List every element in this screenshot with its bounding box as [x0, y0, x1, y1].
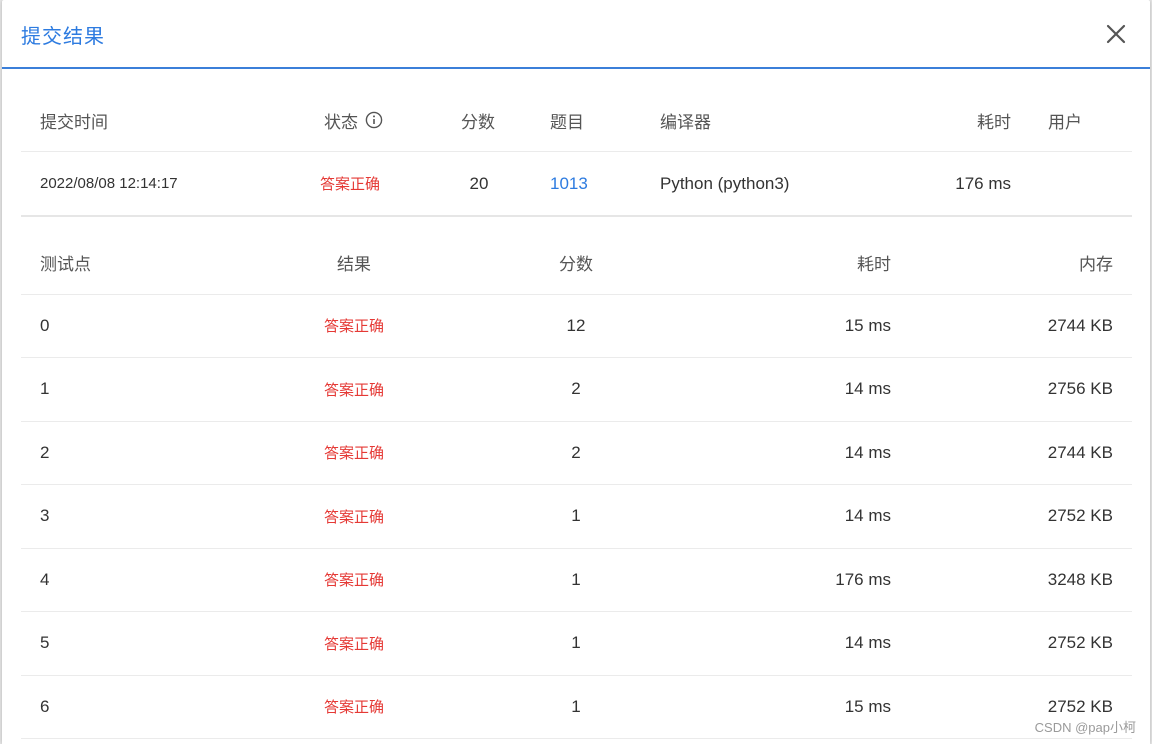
summary-row: 2022/08/08 12:14:17 答案正确 20 1013 Python … — [21, 152, 1132, 217]
header-duration: 耗时 — [977, 112, 1011, 132]
header-compiler: 编译器 — [660, 112, 711, 132]
case-id: 6 — [40, 696, 50, 716]
case-duration: 14 ms — [844, 379, 891, 399]
header-submit-time: 提交时间 — [40, 112, 108, 132]
case-result: 答案正确 — [323, 445, 384, 463]
case-memory: 2756 KB — [1047, 379, 1113, 399]
close-icon — [1106, 24, 1126, 44]
case-result: 答案正确 — [323, 508, 384, 526]
header-case-score: 分数 — [559, 254, 593, 274]
header-status: 状态 — [324, 89, 383, 151]
summary-header-row: 提交时间 状态 分数 题目 编译器 耗时 用户 — [21, 89, 1132, 152]
submit-time: 2022/08/08 12:14:17 — [40, 175, 178, 192]
table-row: 5 答案正确 1 14 ms 2752 KB — [21, 612, 1132, 676]
table-row: 3 答案正确 1 14 ms 2752 KB — [21, 485, 1132, 549]
case-memory: 3248 KB — [1047, 569, 1113, 589]
case-memory: 2744 KB — [1047, 442, 1113, 462]
info-icon[interactable] — [365, 111, 383, 129]
header-result: 结果 — [337, 254, 371, 274]
case-score: 1 — [571, 569, 581, 589]
header-case-duration: 耗时 — [857, 254, 891, 274]
problem-link[interactable]: 1013 — [550, 152, 588, 215]
case-score: 2 — [571, 442, 581, 462]
cases-header-row: 测试点 结果 分数 耗时 内存 — [21, 231, 1132, 295]
case-duration: 15 ms — [844, 315, 891, 335]
summary-table: 提交时间 状态 分数 题目 编译器 耗时 用户 2022/08/08 12:14… — [21, 89, 1132, 217]
dialog-title: 提交结果 — [21, 26, 105, 48]
header-memory: 内存 — [1079, 254, 1113, 274]
table-row: 1 答案正确 2 14 ms 2756 KB — [21, 358, 1132, 422]
case-rows: 0 答案正确 12 15 ms 2744 KB 1 答案正确 2 14 ms 2756 KB 2 答案… — [21, 295, 1132, 739]
case-memory: 2744 KB — [1047, 315, 1113, 335]
table-row: 0 答案正确 12 15 ms 2744 KB — [21, 295, 1132, 358]
case-result: 答案正确 — [323, 572, 384, 590]
compiler-value: Python (python3) — [660, 173, 790, 193]
header-user: 用户 — [1048, 112, 1082, 132]
case-score: 2 — [571, 379, 581, 399]
dialog-header: 提交结果 — [2, 0, 1150, 69]
case-score: 12 — [566, 315, 586, 335]
header-score: 分数 — [461, 112, 495, 132]
case-id: 1 — [40, 379, 50, 399]
case-score: 1 — [571, 506, 581, 526]
case-score: 1 — [571, 696, 581, 716]
header-problem: 题目 — [550, 112, 584, 132]
table-row: 6 答案正确 1 15 ms 2752 KB — [21, 676, 1132, 739]
case-memory: 2752 KB — [1047, 506, 1113, 526]
test-cases-table: 测试点 结果 分数 耗时 内存 0 答案正确 12 15 ms 2744 KB 1 答案正确… — [21, 231, 1132, 739]
header-status-label: 状态 — [324, 112, 358, 132]
case-id: 5 — [40, 633, 50, 653]
case-result: 答案正确 — [323, 635, 384, 653]
close-button[interactable] — [1104, 22, 1128, 46]
case-duration: 14 ms — [844, 442, 891, 462]
case-duration: 15 ms — [844, 696, 891, 716]
header-test-case: 测试点 — [40, 254, 91, 274]
case-result: 答案正确 — [323, 381, 384, 399]
case-result: 答案正确 — [323, 699, 384, 717]
case-memory: 2752 KB — [1047, 633, 1113, 653]
case-duration: 14 ms — [844, 633, 891, 653]
score-value: 20 — [469, 173, 489, 193]
case-duration: 176 ms — [835, 569, 891, 589]
watermark: CSDN @pap小柯 — [1034, 720, 1136, 735]
case-score: 1 — [571, 633, 581, 653]
case-result: 答案正确 — [323, 318, 384, 336]
case-duration: 14 ms — [844, 506, 891, 526]
table-row: 2 答案正确 2 14 ms 2744 KB — [21, 422, 1132, 485]
duration-value: 176 ms — [955, 173, 1011, 193]
status-badge: 答案正确 — [320, 176, 381, 193]
case-id: 2 — [40, 442, 50, 462]
table-row: 4 答案正确 1 176 ms 3248 KB — [21, 549, 1132, 612]
case-id: 3 — [40, 506, 50, 526]
submission-result-dialog: 提交结果 提交时间 状态 分数 题目 编译器 耗时 用户 2022/08/08 … — [2, 0, 1150, 744]
case-id: 4 — [40, 569, 50, 589]
case-id: 0 — [40, 315, 50, 335]
